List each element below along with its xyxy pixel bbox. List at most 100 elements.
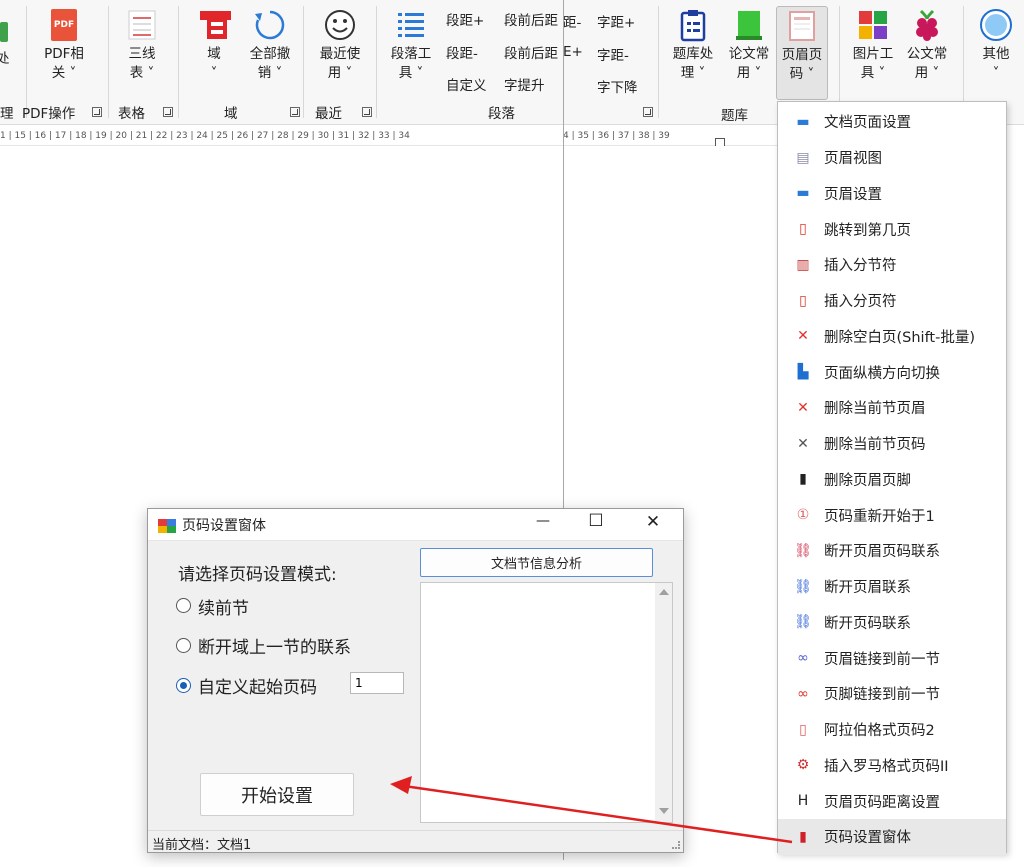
char-raise-button[interactable]: 字提升 [504,74,545,94]
menu-item-label: 删除页眉页脚 [824,472,911,489]
field-button[interactable]: 域 ˅ [192,8,236,83]
question-bank-label2: 理 ˅ [680,65,706,81]
three-line-label1: 三线 [128,46,156,62]
other-label2: ˅ [992,65,1000,81]
minimize-icon[interactable]: — [528,513,558,529]
char-spacing-minus-button[interactable]: 字距- [597,44,629,64]
three-line-table-button[interactable]: 三线 表 ˅ [120,8,164,83]
ruler-right: 4 | 35 | 36 | 37 | 38 | 39 [563,126,777,146]
menu-item-distance[interactable]: H 页眉页码距离设置 [778,783,1006,819]
question-bank-button[interactable]: 题库处 理 ˅ [667,8,719,83]
recent-button[interactable]: 最近使 用 ˅ [314,8,366,83]
radio-continue-previous-label[interactable]: 续前节 [198,594,249,619]
para-spacing-minus-button[interactable]: 段距- [446,42,478,62]
scroll-up-icon[interactable] [659,589,669,595]
char-spacing-plus-button[interactable]: 字距+ [597,11,635,31]
goto-page-icon: ▯ [799,221,807,238]
pdf-icon: PDF [47,8,81,42]
menu-item-label: 页眉视图 [824,151,882,168]
dialog-launcher-pdf[interactable] [92,107,102,117]
image-tools-icon [856,8,890,42]
start-settings-button[interactable]: 开始设置 [200,773,354,816]
menu-item-header-setup[interactable]: ▬ 页眉设置 [778,176,1006,212]
dialog-launcher-recent[interactable] [362,107,372,117]
dialog-title-bar[interactable]: 页码设置窗体 — ☐ ✕ [148,509,683,541]
link-header-icon: ∞ [797,650,809,667]
analyze-sections-button[interactable]: 文档节信息分析 [420,548,653,577]
radio-continue-previous[interactable] [176,598,191,613]
radio-break-link[interactable] [176,638,191,653]
question-bank-label1: 题库处 [672,46,714,62]
menu-item-goto-page[interactable]: ▯ 跳转到第几页 [778,211,1006,247]
menu-item-page-break[interactable]: ▯ 插入分页符 [778,283,1006,319]
image-tools-label2: 具 ˅ [860,65,886,81]
menu-item-label: 删除空白页(Shift-批量) [824,329,976,346]
dialog-launcher-field[interactable] [290,107,300,117]
dialog-launcher-char[interactable] [643,107,653,117]
menu-item-link-footer[interactable]: ∞ 页脚链接到前一节 [778,676,1006,712]
ruler-indent-marker[interactable] [715,138,725,146]
group-label-field: 域 [224,106,238,122]
radio-custom-start-label[interactable]: 自定义起始页码 [198,673,317,698]
menu-item-delete-pagenum[interactable]: ✕ 删除当前节页码 [778,426,1006,462]
para-before-after-button-2[interactable]: 段前后距 [504,42,558,62]
header-pagenum-button[interactable]: 页眉页 码 ˅ [776,6,828,100]
restart-icon: ① [796,507,810,524]
menu-item-unlink-both[interactable]: ⛓ 断开页眉页码联系 [778,533,1006,569]
char-e-plus-partial[interactable]: E+ [563,44,583,60]
close-icon[interactable]: ✕ [638,512,668,532]
pdf-related-button[interactable]: PDF PDF相 关 ˅ [40,8,88,83]
official-doc-button[interactable]: 公文常 用 ˅ [901,8,953,83]
delete-pagenum-icon: ✕ [797,435,809,452]
menu-item-section-break[interactable]: ▥ 插入分节符 [778,247,1006,283]
ruler-left: 1 | 15 | 16 | 17 | 18 | 19 | 20 | 21 | 2… [0,126,563,146]
other-button[interactable]: 其他 ˅ [971,8,1021,83]
para-custom-button[interactable]: 自定义 [446,74,487,94]
delete-header-icon: ✕ [797,399,809,416]
menu-item-page-setup[interactable]: ▬ 文档页面设置 [778,104,1006,140]
menu-item-label: 页脚链接到前一节 [824,687,940,704]
menu-item-label: 断开页眉页码联系 [824,544,940,561]
menu-item-delete-header[interactable]: ✕ 删除当前节页眉 [778,390,1006,426]
menu-item-unlink-pagenum[interactable]: ⛓ 断开页码联系 [778,605,1006,641]
paragraph-tools-button[interactable]: 段落工 具 ˅ [386,8,436,83]
para-before-after-button-1[interactable]: 段前后距 [504,9,558,29]
menu-item-delete-blank[interactable]: ✕ 删除空白页(Shift-批量) [778,319,1006,355]
image-tools-button[interactable]: 图片工 具 ˅ [847,8,899,83]
thesis-common-button[interactable]: 论文常 用 ˅ [723,8,775,83]
radio-break-link-label[interactable]: 断开域上一节的联系 [198,633,351,658]
menu-item-orientation[interactable]: ▙ 页面纵横方向切换 [778,354,1006,390]
menu-item-roman-pagenum[interactable]: ⚙ 插入罗马格式页码II [778,748,1006,784]
char-lower-button[interactable]: 字下降 [597,76,638,96]
smiley-icon [323,8,357,42]
link-footer-icon: ∞ [797,685,809,702]
para-spacing-plus-button[interactable]: 段距+ [446,9,484,29]
start-page-input[interactable] [350,672,404,694]
trash-icon: ▮ [799,471,807,488]
menu-item-header-view[interactable]: ▤ 页眉视图 [778,140,1006,176]
menu-item-link-header[interactable]: ∞ 页眉链接到前一节 [778,640,1006,676]
paragraph-tools-label1: 段落工 [390,46,432,62]
menu-item-restart[interactable]: ① 页码重新开始于1 [778,497,1006,533]
header-pagenum-label1: 页眉页 [781,47,823,63]
menu-item-trash[interactable]: ▮ 删除页眉页脚 [778,462,1006,498]
char-spacing-minus-partial[interactable]: 距- [563,11,581,31]
ruler-right-text: 4 | 35 | 36 | 37 | 38 | 39 [563,131,670,141]
pdf-related-label1: PDF相 [44,46,84,62]
thesis-icon [732,8,766,42]
menu-item-label: 插入分页符 [824,294,897,311]
menu-item-pagenum-form[interactable]: ▮ 页码设置窗体 [778,819,1006,855]
raspberry-icon [910,8,944,42]
group-label-table: 表格 [118,106,145,122]
maximize-icon[interactable]: ☐ [581,511,611,531]
dialog-launcher-table[interactable] [163,107,173,117]
recent-label2: 用 ˅ [327,65,353,81]
paragraph-list-icon [394,8,428,42]
undo-all-button[interactable]: 全部撤 销 ˅ [244,8,296,83]
menu-item-arabic-pagenum[interactable]: ▯ 阿拉伯格式页码2 [778,712,1006,748]
mode-prompt-label: 请选择页码设置模式: [178,565,337,585]
other-label1: 其他 [982,46,1010,62]
radio-custom-start[interactable] [176,678,191,693]
menu-item-unlink-header[interactable]: ⛓ 断开页眉联系 [778,569,1006,605]
ribbon-partial-button[interactable]: 处 [0,50,12,69]
